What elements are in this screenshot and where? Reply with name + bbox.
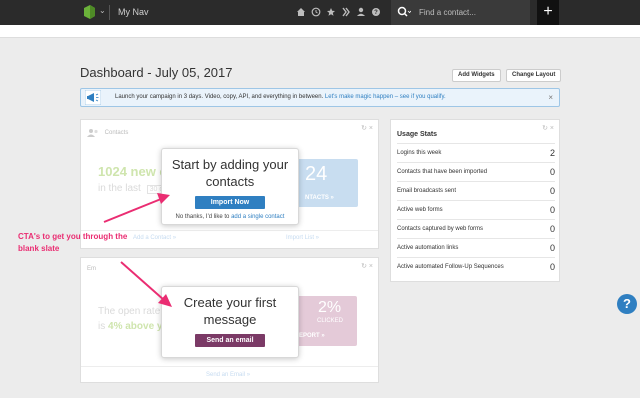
stats-row: Active automated Follow-Up Sequences 0 — [397, 257, 555, 276]
faded-line-prefix: is — [98, 321, 106, 332]
change-layout-button[interactable]: Change Layout — [506, 69, 562, 82]
banner-message: Launch your campaign in 3 days. Video, c… — [115, 94, 324, 100]
faded-stat-box: 2% CLICKED EPORT » — [296, 296, 357, 346]
import-now-button[interactable]: Import Now — [195, 196, 265, 209]
widget-heading: Contacts — [87, 128, 128, 137]
stats-value: 0 — [549, 224, 555, 234]
top-nav: ⌄ My Nav ? + — [0, 0, 640, 25]
faded-stat-box: 24 NTACTS » — [297, 159, 358, 207]
star-icon[interactable] — [326, 5, 336, 18]
nav-title[interactable]: My Nav — [118, 7, 149, 17]
stats-value: 0 — [549, 262, 555, 272]
add-new-button[interactable]: + — [537, 0, 559, 25]
widget-tools-icon[interactable]: ↻ × — [542, 124, 554, 132]
add-widgets-button[interactable]: Add Widgets — [452, 69, 501, 82]
sub-header-bar — [0, 25, 640, 38]
no-thanks-text: No thanks, I'd like to — [175, 214, 230, 220]
widget-tools-icon[interactable]: ↻ × — [361, 262, 373, 270]
stats-label: Contacts captured by web forms — [397, 226, 484, 232]
stats-label: Contacts that have been imported — [397, 169, 488, 175]
clock-icon[interactable] — [311, 5, 321, 18]
usage-stats-widget: Usage Stats ↻ × Logins this week 2 Conta… — [390, 119, 560, 282]
faded-contacts-link: NTACTS » — [305, 195, 334, 201]
search-input[interactable] — [419, 5, 523, 20]
faded-line: is 4% above y — [98, 321, 163, 332]
stats-value: 2 — [549, 148, 555, 158]
widget-heading: Em — [87, 266, 96, 272]
megaphone-icon — [85, 90, 101, 105]
divider — [81, 366, 378, 367]
create-message-overlay: Create your first message Send an email — [161, 286, 299, 358]
annotation-text: CTA's to get you through the blank slate — [18, 232, 128, 253]
contacts-widget: Contacts ↻ × 1024 new c in the last 30 d… — [80, 119, 379, 249]
flask-icon[interactable] — [341, 5, 351, 18]
overlay-title: Create your first message — [183, 295, 277, 327]
faded-report-link: EPORT » — [299, 333, 325, 339]
search-icon[interactable] — [397, 5, 411, 19]
faded-percent: 2% — [318, 299, 342, 316]
stats-label: Logins this week — [397, 150, 442, 156]
banner-link[interactable]: Let's make magic happen – see if you qua… — [325, 94, 446, 100]
page-title: Dashboard - July 05, 2017 — [80, 65, 233, 80]
stats-value: 0 — [549, 243, 555, 253]
faded-number: 24 — [305, 163, 328, 185]
widget-title: Usage Stats — [397, 131, 438, 138]
overlay-title: Start by adding your contacts — [171, 157, 289, 189]
faded-send-email: Send an Email » — [206, 372, 251, 378]
stats-row: Active automation links 0 — [397, 238, 555, 257]
email-widget: Em ↻ × The open rate is 4% above y 2% CL… — [80, 257, 379, 383]
stats-label: Active automated Follow-Up Sequences — [397, 264, 504, 270]
faded-stat: 1024 new c — [98, 164, 167, 179]
widget-tools-icon[interactable]: ↻ × — [361, 124, 373, 132]
stats-row: Logins this week 2 — [397, 143, 555, 162]
stats-label: Email broadcasts sent — [397, 188, 457, 194]
search-box[interactable] — [391, 0, 530, 25]
close-icon[interactable]: × — [548, 93, 553, 102]
stats-value: 0 — [549, 186, 555, 196]
no-thanks-line: No thanks, I'd like to add a single cont… — [162, 214, 298, 220]
person-icon[interactable] — [356, 5, 366, 18]
faded-import-list: Import List » — [286, 235, 320, 241]
send-email-button[interactable]: Send an email — [195, 334, 265, 347]
add-single-contact-link[interactable]: add a single contact — [231, 214, 284, 220]
faded-highlight: 4% above y — [108, 321, 163, 332]
help-button[interactable]: ? — [617, 294, 637, 314]
help-icon[interactable]: ? — [371, 5, 381, 18]
stats-value: 0 — [549, 167, 555, 177]
import-contacts-overlay: Start by adding your contacts Import Now… — [161, 148, 299, 225]
widget-title: Em — [87, 266, 96, 272]
faded-add-contact: Add a Contact » — [133, 235, 177, 241]
faded-line-text: in the last — [98, 183, 141, 194]
stats-value: 0 — [549, 205, 555, 215]
home-icon[interactable] — [296, 5, 306, 18]
chevron-down-icon[interactable]: ⌄ — [99, 6, 106, 15]
stats-row: Contacts captured by web forms 0 — [397, 219, 555, 238]
faded-clicked: CLICKED — [317, 318, 344, 324]
faded-line: The open rate — [98, 306, 161, 317]
contacts-icon — [87, 129, 98, 137]
stats-row: Contacts that have been imported 0 — [397, 162, 555, 181]
stats-label: Active web forms — [397, 207, 443, 213]
stats-label: Active automation links — [397, 245, 459, 251]
nav-divider — [109, 5, 110, 20]
widget-title: Contacts — [104, 130, 129, 137]
stats-row: Email broadcasts sent 0 — [397, 181, 555, 200]
stats-row: Active web forms 0 — [397, 200, 555, 219]
logo-icon[interactable] — [84, 5, 95, 19]
nav-icon-group: ? — [296, 5, 381, 18]
svg-text:?: ? — [374, 10, 378, 16]
banner-text: Launch your campaign in 3 days. Video, c… — [115, 94, 446, 100]
faded-line: in the last 30 d — [98, 183, 167, 194]
announcement-banner: Launch your campaign in 3 days. Video, c… — [80, 88, 560, 107]
